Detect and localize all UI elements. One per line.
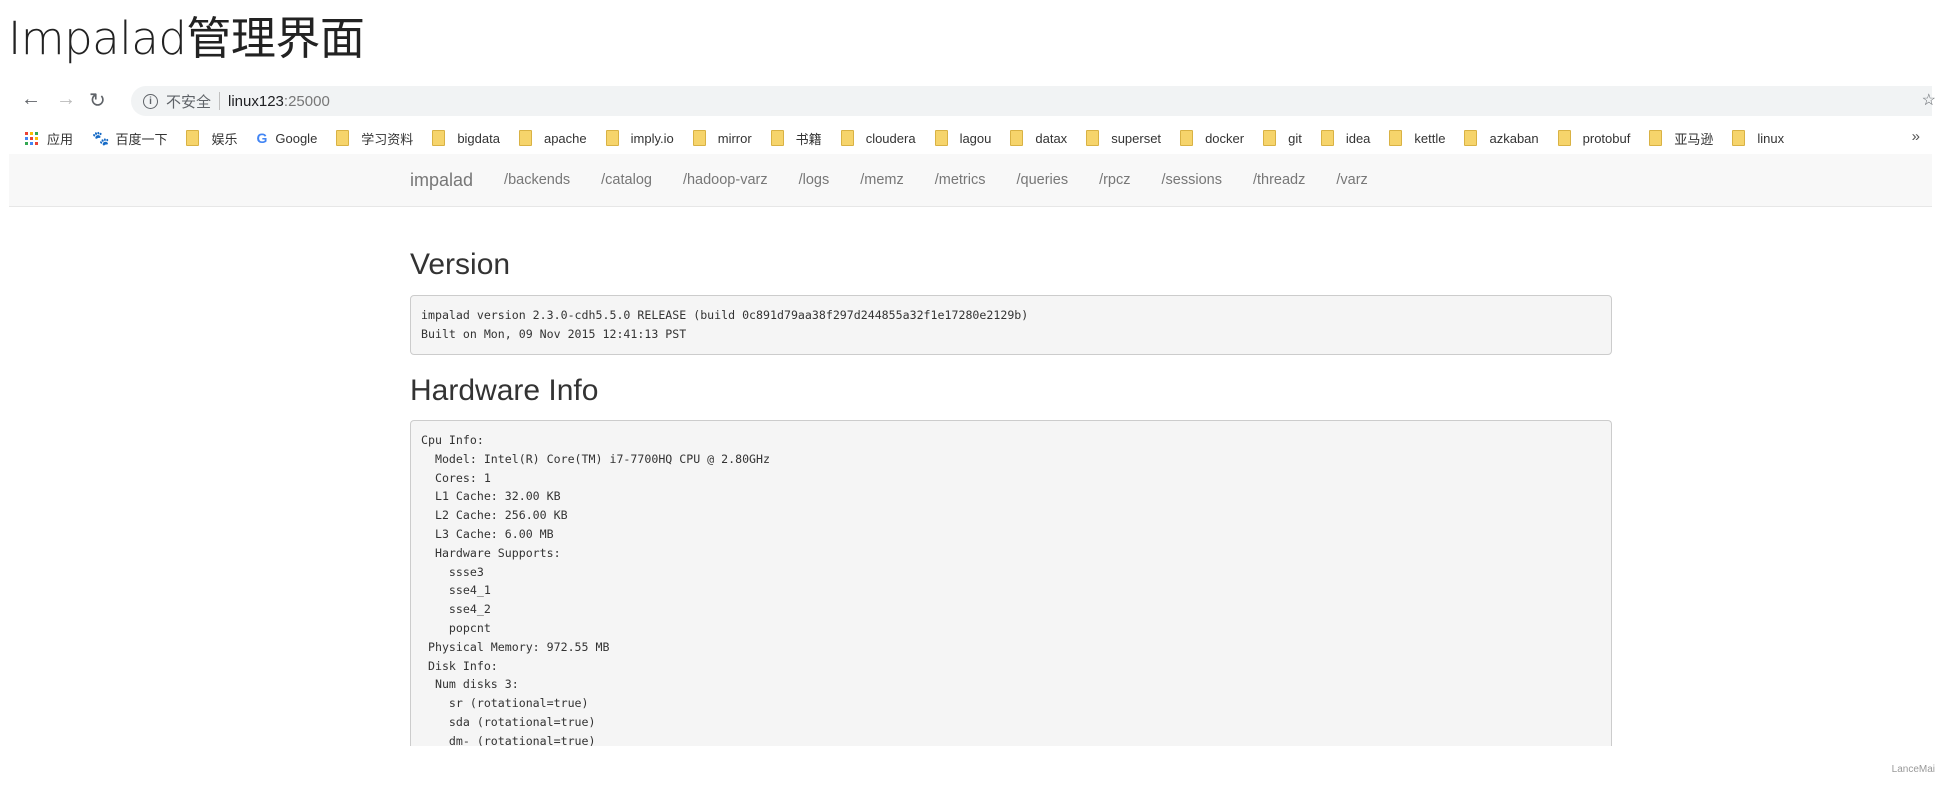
bookmark-8[interactable]: mirror <box>692 130 752 146</box>
bookmark-3[interactable]: G Google <box>256 130 317 146</box>
folder-icon <box>432 130 446 146</box>
version-heading: Version <box>410 248 511 281</box>
folder-icon <box>1010 130 1024 146</box>
bookmark-14[interactable]: docker <box>1180 130 1244 146</box>
bookmark-15[interactable]: git <box>1263 130 1302 146</box>
bookmark-label: mirror <box>717 130 752 146</box>
nav-link-memz[interactable]: /memz <box>860 172 904 188</box>
bookmark-label: 娱乐 <box>211 131 238 147</box>
browser-toolbar: ← → ↻ i 不安全 linux123:25000 ☆ <box>9 80 1936 122</box>
bookmark-label: Google <box>275 130 318 146</box>
bookmark-label: bigdata <box>457 130 500 146</box>
security-label: 不安全 <box>166 93 212 111</box>
address-bar[interactable]: i 不安全 linux123:25000 <box>131 86 1932 116</box>
folder-icon <box>692 130 706 146</box>
divider <box>219 92 221 110</box>
bookmark-label: apache <box>543 130 587 146</box>
bookmark-13[interactable]: superset <box>1086 130 1161 146</box>
bookmark-label: idea <box>1345 130 1371 146</box>
bookmark-18[interactable]: azkaban <box>1464 130 1539 146</box>
folder-icon <box>186 130 200 146</box>
bookmark-label: docker <box>1205 130 1245 146</box>
nav-link-queries[interactable]: /queries <box>1016 172 1068 188</box>
bookmark-label: datax <box>1035 130 1068 146</box>
bookmarks-bar: 应用 🐾 百度一下 娱乐 G Google 学习资料 bigdata apache imply.i… <box>9 122 1932 155</box>
nav-link-varz[interactable]: /varz <box>1336 172 1367 188</box>
top-navbar: impalad /backends/catalog/hadoop-varz/lo… <box>9 154 1932 207</box>
bookmark-2[interactable]: 娱乐 <box>186 129 237 148</box>
bookmark-1[interactable]: 🐾 百度一下 <box>92 129 167 148</box>
folder-icon <box>1557 130 1571 146</box>
url-host: linux123 <box>228 92 284 110</box>
folder-icon <box>1086 130 1100 146</box>
bookmark-5[interactable]: bigdata <box>432 130 500 146</box>
bookmark-19[interactable]: protobuf <box>1557 130 1631 146</box>
arrow-right-icon[interactable]: → <box>56 88 76 111</box>
nav-link-metrics[interactable]: /metrics <box>935 172 986 188</box>
bookmark-7[interactable]: imply.io <box>605 130 674 146</box>
bookmark-6[interactable]: apache <box>518 130 587 146</box>
version-info: impalad version 2.3.0-cdh5.5.0 RELEASE (… <box>410 295 1612 355</box>
folder-icon <box>1263 130 1277 146</box>
folder-icon <box>1732 130 1746 146</box>
folder-icon <box>605 130 619 146</box>
bookmark-label: 百度一下 <box>115 131 168 147</box>
watermark: LanceMai <box>1891 764 1935 775</box>
folder-icon <box>1180 130 1194 146</box>
nav-link-threadz[interactable]: /threadz <box>1253 172 1305 188</box>
bookmark-label: superset <box>1111 130 1162 146</box>
reload-icon[interactable]: ↻ <box>89 88 106 113</box>
nav-link-logs[interactable]: /logs <box>799 172 830 188</box>
nav-link-hadoop-varz[interactable]: /hadoop-varz <box>683 172 768 188</box>
folder-icon <box>1464 130 1478 146</box>
bookmark-12[interactable]: datax <box>1010 130 1067 146</box>
more-bookmarks-button[interactable]: » <box>1912 128 1920 145</box>
bookmark-label: linux <box>1757 130 1785 146</box>
bookmark-21[interactable]: linux <box>1732 130 1784 146</box>
info-icon[interactable]: i <box>143 93 158 109</box>
url-port: :25000 <box>283 92 330 110</box>
nav-link-catalog[interactable]: /catalog <box>601 172 652 188</box>
bookmark-label: protobuf <box>1582 130 1631 146</box>
bookmark-20[interactable]: 亚马逊 <box>1649 129 1713 148</box>
baidu-paw-icon: 🐾 <box>92 129 110 146</box>
page-title: Impalad管理界面 <box>8 12 365 65</box>
bookmark-label: imply.io <box>630 130 674 146</box>
bookmark-label: git <box>1288 130 1302 146</box>
bookmark-label: lagou <box>959 130 992 146</box>
browser-chrome: ← → ↻ i 不安全 linux123:25000 ☆ 应用 🐾 百度一下 娱乐 G G… <box>9 80 1936 155</box>
apps-grid-icon <box>25 131 38 145</box>
folder-icon <box>770 130 784 146</box>
google-icon: G <box>256 130 268 146</box>
star-icon[interactable]: ☆ <box>1922 90 1936 110</box>
bookmark-label: azkaban <box>1489 130 1539 146</box>
bookmark-label: 学习资料 <box>361 131 414 147</box>
folder-icon <box>1649 130 1663 146</box>
bookmark-17[interactable]: kettle <box>1389 130 1445 146</box>
bookmark-label: cloudera <box>865 130 916 146</box>
folder-icon <box>1320 130 1334 146</box>
hardware-info: Cpu Info: Model: Intel(R) Core(TM) i7-77… <box>410 420 1612 747</box>
nav-brand[interactable]: impalad <box>410 170 473 191</box>
nav-link-sessions[interactable]: /sessions <box>1162 172 1222 188</box>
bookmark-16[interactable]: idea <box>1320 130 1371 146</box>
bookmark-9[interactable]: 书籍 <box>770 129 822 148</box>
bookmark-4[interactable]: 学习资料 <box>336 129 413 148</box>
folder-icon <box>840 130 854 146</box>
bookmark-label: 书籍 <box>795 131 822 147</box>
folder-icon <box>934 130 948 146</box>
nav-link-backends[interactable]: /backends <box>504 172 570 188</box>
arrow-left-icon[interactable]: ← <box>21 88 41 111</box>
bookmark-label: kettle <box>1414 130 1446 146</box>
bookmark-label: 亚马逊 <box>1674 131 1714 147</box>
nav-link-rpcz[interactable]: /rpcz <box>1099 172 1130 188</box>
folder-icon <box>1389 130 1403 146</box>
bookmark-label: 应用 <box>47 131 74 147</box>
folder-icon <box>518 130 532 146</box>
bookmark-0[interactable]: 应用 <box>25 129 73 148</box>
bookmark-11[interactable]: lagou <box>934 130 992 146</box>
hardware-info-heading: Hardware Info <box>410 374 599 407</box>
folder-icon <box>336 130 350 146</box>
bookmark-10[interactable]: cloudera <box>840 130 916 146</box>
